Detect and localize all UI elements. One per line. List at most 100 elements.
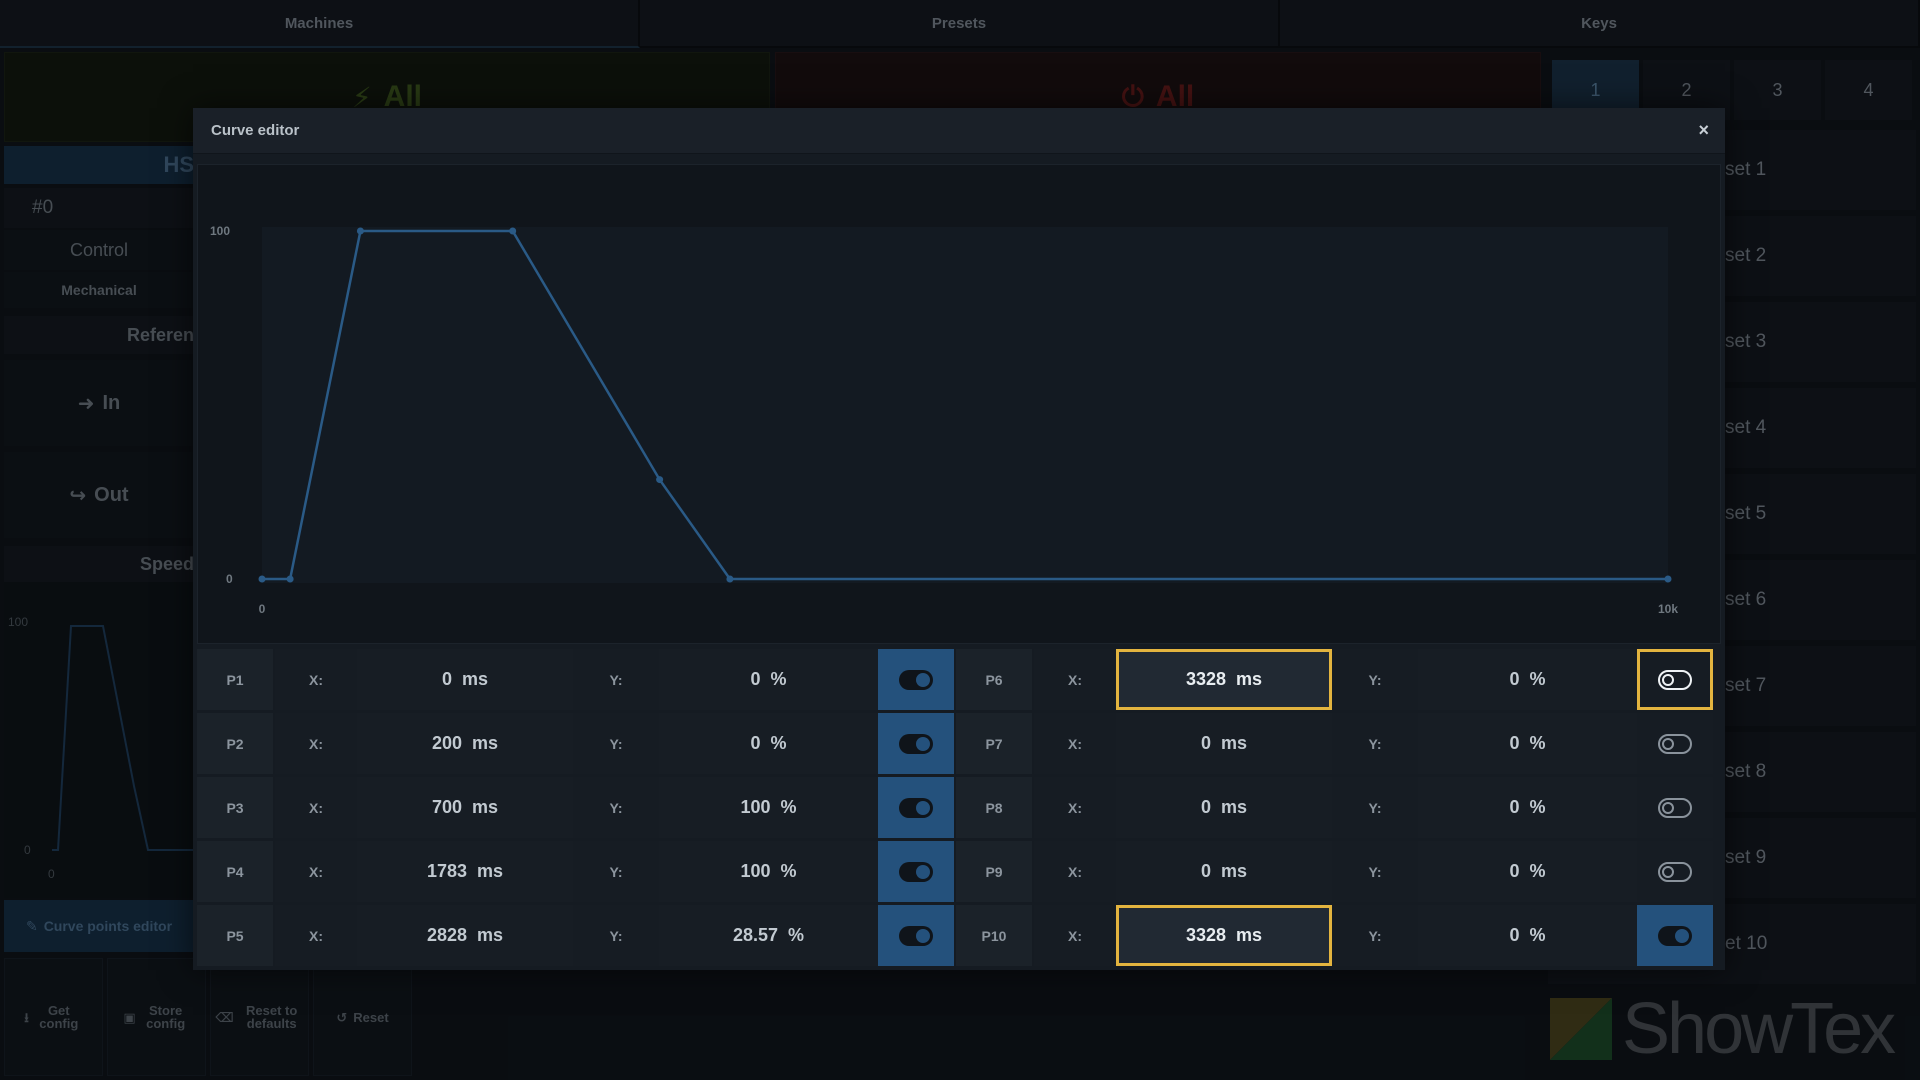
- x-unit: ms: [462, 669, 489, 689]
- y-value-field[interactable]: 100 %: [659, 777, 878, 838]
- x-unit: ms: [472, 733, 499, 753]
- x-unit: ms: [472, 797, 499, 817]
- y-value-field[interactable]: 0 %: [1418, 649, 1637, 710]
- y-unit: %: [780, 861, 797, 881]
- x-unit: ms: [1221, 797, 1248, 817]
- x-unit: ms: [477, 861, 504, 881]
- x-tick-label: 0: [259, 602, 266, 616]
- x-value: 0: [441, 669, 452, 689]
- point-row: P1 X: 0 ms Y: 0 % P6 X: 3328 ms Y: 0 %: [197, 649, 1721, 710]
- curve-point[interactable]: [1664, 575, 1672, 583]
- point-row: P2 X: 200 ms Y: 0 % P7 X: 0 ms Y: 0 %: [197, 713, 1721, 774]
- x-unit: ms: [1221, 861, 1248, 881]
- close-icon[interactable]: ×: [1698, 120, 1709, 141]
- curve-chart[interactable]: 100 0 0 10k: [197, 164, 1721, 644]
- curve-chart-svg: 100 0 0 10k: [210, 224, 1678, 616]
- x-value-field[interactable]: 3328 ms: [1116, 905, 1332, 966]
- y-value: 100: [740, 797, 771, 817]
- point-label: P10: [956, 905, 1032, 966]
- y-label: Y:: [1332, 841, 1418, 902]
- y-value-field[interactable]: 0 %: [1418, 905, 1637, 966]
- x-value-field[interactable]: 700 ms: [357, 777, 573, 838]
- toggle-icon: [899, 669, 933, 690]
- point-row: P4 X: 1783 ms Y: 100 % P9 X: 0 ms Y: 0 %: [197, 841, 1721, 902]
- point-enable-toggle[interactable]: [878, 777, 954, 838]
- y-value: 0: [1509, 669, 1520, 689]
- x-label: X:: [275, 777, 357, 838]
- dialog-title: Curve editor: [211, 122, 300, 139]
- y-unit: %: [1529, 797, 1546, 817]
- y-unit: %: [1529, 733, 1546, 753]
- x-label: X:: [1034, 777, 1116, 838]
- point-enable-toggle[interactable]: [1637, 777, 1713, 838]
- y-tick-label: 0: [226, 572, 233, 586]
- curve-point[interactable]: [509, 227, 517, 235]
- x-value-field[interactable]: 2828 ms: [357, 905, 573, 966]
- curve-point[interactable]: [726, 575, 734, 583]
- x-unit: ms: [477, 925, 504, 945]
- x-label: X:: [1034, 713, 1116, 774]
- y-value-field[interactable]: 28.57 %: [659, 905, 878, 966]
- point-label: P2: [197, 713, 273, 774]
- x-label: X:: [275, 713, 357, 774]
- point-enable-toggle[interactable]: [1637, 905, 1713, 966]
- y-value: 0: [1509, 861, 1520, 881]
- y-label: Y:: [573, 777, 659, 838]
- toggle-icon: [1658, 733, 1692, 754]
- point-row: P3 X: 700 ms Y: 100 % P8 X: 0 ms Y: 0 %: [197, 777, 1721, 838]
- y-value-field[interactable]: 100 %: [659, 841, 878, 902]
- y-value-field[interactable]: 0 %: [1418, 713, 1637, 774]
- y-value-field[interactable]: 0 %: [1418, 777, 1637, 838]
- y-value: 28.57: [732, 925, 778, 945]
- curve-point[interactable]: [656, 476, 664, 484]
- points-grid: P1 X: 0 ms Y: 0 % P6 X: 3328 ms Y: 0 % P2 X: 200 ms Y…: [197, 649, 1721, 969]
- toggle-icon: [899, 797, 933, 818]
- app-root: Machines Presets Keys ⚡︎ All ⏻ All 1 2 3…: [0, 0, 1920, 1080]
- y-unit: %: [770, 669, 787, 689]
- toggle-icon: [899, 861, 933, 882]
- x-unit: ms: [1236, 669, 1263, 689]
- y-label: Y:: [1332, 777, 1418, 838]
- y-value: 0: [750, 733, 761, 753]
- curve-point[interactable]: [286, 575, 294, 583]
- y-label: Y:: [573, 713, 659, 774]
- x-label: X:: [275, 649, 357, 710]
- point-label: P6: [956, 649, 1032, 710]
- y-unit: %: [1529, 925, 1546, 945]
- point-label: P9: [956, 841, 1032, 902]
- x-value-field[interactable]: 0 ms: [1116, 713, 1332, 774]
- point-enable-toggle[interactable]: [878, 713, 954, 774]
- x-value: 0: [1200, 861, 1211, 881]
- x-value-field[interactable]: 0 ms: [1116, 777, 1332, 838]
- y-tick-label: 100: [210, 224, 230, 238]
- point-enable-toggle[interactable]: [1637, 841, 1713, 902]
- point-enable-toggle[interactable]: [878, 905, 954, 966]
- y-value: 0: [1509, 925, 1520, 945]
- y-value-field[interactable]: 0 %: [1418, 841, 1637, 902]
- point-label: P3: [197, 777, 273, 838]
- x-value-field[interactable]: 0 ms: [357, 649, 573, 710]
- x-unit: ms: [1236, 925, 1263, 945]
- x-value-field[interactable]: 1783 ms: [357, 841, 573, 902]
- point-enable-toggle[interactable]: [878, 841, 954, 902]
- curve-point[interactable]: [258, 575, 266, 583]
- y-value-field[interactable]: 0 %: [659, 713, 878, 774]
- x-value-field[interactable]: 200 ms: [357, 713, 573, 774]
- x-value: 3328: [1185, 669, 1226, 689]
- x-value: 3328: [1185, 925, 1226, 945]
- curve-point[interactable]: [356, 227, 364, 235]
- x-value-field[interactable]: 0 ms: [1116, 841, 1332, 902]
- point-enable-toggle[interactable]: [1637, 649, 1713, 710]
- x-value: 700: [431, 797, 462, 817]
- y-value-field[interactable]: 0 %: [659, 649, 878, 710]
- dialog-header: Curve editor ×: [193, 108, 1725, 154]
- y-value: 100: [740, 861, 771, 881]
- x-value-field[interactable]: 3328 ms: [1116, 649, 1332, 710]
- y-value: 0: [1509, 733, 1520, 753]
- toggle-icon: [1658, 669, 1692, 690]
- point-label: P4: [197, 841, 273, 902]
- x-label: X:: [1034, 649, 1116, 710]
- y-unit: %: [1529, 861, 1546, 881]
- point-enable-toggle[interactable]: [1637, 713, 1713, 774]
- point-enable-toggle[interactable]: [878, 649, 954, 710]
